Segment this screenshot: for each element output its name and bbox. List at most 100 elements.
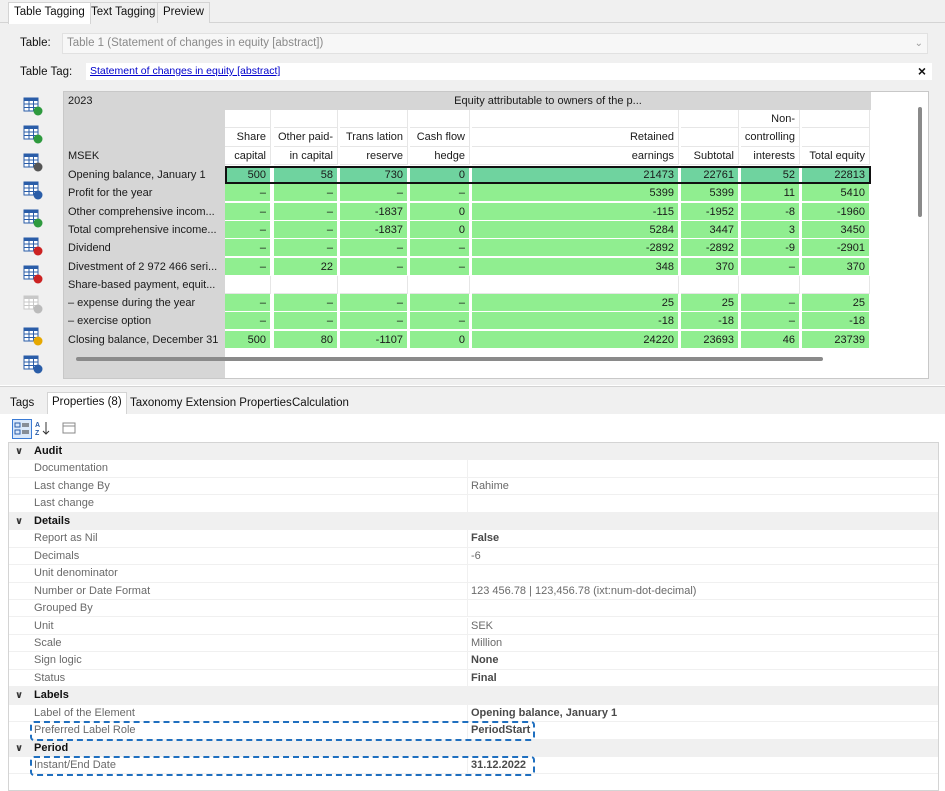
table-cell[interactable] <box>681 275 739 294</box>
property-row[interactable]: Sign logic None <box>9 652 938 670</box>
table-columns-icon[interactable] <box>22 123 44 145</box>
table-cell[interactable]: 25 <box>472 294 679 313</box>
table-cell[interactable]: – <box>410 239 470 258</box>
table-cell[interactable]: 25 <box>802 294 870 313</box>
table-cell[interactable]: – <box>225 184 271 203</box>
table-cell[interactable]: 24220 <box>472 330 679 349</box>
property-row[interactable]: Last change By Rahime <box>9 477 938 496</box>
table-cell[interactable]: – <box>274 294 338 313</box>
tab-calculation[interactable]: Calculation <box>288 394 353 415</box>
table-cell[interactable]: 21473 <box>472 166 679 184</box>
table-disabled-icon[interactable] <box>22 293 44 315</box>
table-cell[interactable]: 348 <box>472 257 679 276</box>
table-add-row-icon[interactable] <box>22 207 44 229</box>
table-cell[interactable]: – <box>741 312 800 331</box>
alphabetical-sort-button[interactable]: A Z <box>34 419 54 439</box>
table-cell[interactable]: 3447 <box>681 220 739 239</box>
table-cell[interactable]: – <box>741 257 800 276</box>
table-cell[interactable]: – <box>741 294 800 313</box>
tab-properties[interactable]: Properties (8) <box>47 392 127 415</box>
table-settings-icon[interactable] <box>22 353 44 375</box>
table-cell[interactable]: – <box>274 312 338 331</box>
table-cell[interactable]: 22813 <box>802 166 870 184</box>
property-value[interactable]: SEK <box>471 618 493 635</box>
property-row[interactable]: Last change <box>9 495 938 513</box>
property-row[interactable]: Report as Nil False <box>9 530 938 548</box>
table-cell[interactable]: 3450 <box>802 220 870 239</box>
property-value[interactable]: Rahime <box>471 478 509 495</box>
table-cell[interactable]: 3 <box>741 220 800 239</box>
property-row[interactable]: Documentation <box>9 460 938 478</box>
table-cell[interactable]: – <box>410 312 470 331</box>
table-cell[interactable]: 58 <box>274 166 338 184</box>
table-cell[interactable]: – <box>340 239 408 258</box>
table-cell[interactable]: -1960 <box>802 202 870 221</box>
table-cell[interactable]: 0 <box>410 330 470 349</box>
table-cell[interactable]: – <box>225 257 271 276</box>
table-cell[interactable]: -2892 <box>681 239 739 258</box>
table-cell[interactable]: – <box>225 312 271 331</box>
property-value[interactable]: None <box>471 652 499 669</box>
row-label[interactable]: Dividend <box>64 239 225 258</box>
table-cell[interactable]: 80 <box>274 330 338 349</box>
property-row[interactable]: Unit SEK <box>9 617 938 635</box>
table-cell[interactable]: – <box>340 294 408 313</box>
table-cell[interactable] <box>741 275 800 294</box>
property-row[interactable]: Scale Million <box>9 634 938 653</box>
table-cell[interactable]: 0 <box>410 220 470 239</box>
row-label[interactable]: – exercise option <box>64 312 225 331</box>
table-cell[interactable]: -1952 <box>681 202 739 221</box>
tab-table-tagging[interactable]: Table Tagging <box>8 2 91 24</box>
table-cell[interactable]: 23693 <box>681 330 739 349</box>
table-cell[interactable]: 730 <box>340 166 408 184</box>
table-cell[interactable]: 5410 <box>802 184 870 203</box>
property-row[interactable]: Grouped By <box>9 600 938 618</box>
property-value[interactable]: Final <box>471 670 497 687</box>
table-cell[interactable]: 500 <box>225 166 271 184</box>
row-label[interactable]: Other comprehensive incom... <box>64 202 225 221</box>
table-cell[interactable]: – <box>225 294 271 313</box>
table-cell[interactable]: -18 <box>681 312 739 331</box>
table-cell[interactable]: – <box>274 220 338 239</box>
table-cell[interactable] <box>802 275 870 294</box>
table-tag-link[interactable]: Statement of changes in equity [abstract… <box>90 65 280 77</box>
table-cell[interactable]: 0 <box>410 166 470 184</box>
vertical-scrollbar[interactable] <box>918 107 922 217</box>
table-cell[interactable]: – <box>225 239 271 258</box>
chevron-down-icon[interactable]: ∨ <box>15 687 23 704</box>
table-cell[interactable]: 52 <box>741 166 800 184</box>
table-add-icon[interactable] <box>22 95 44 117</box>
table-cell[interactable]: 370 <box>802 257 870 276</box>
table-cell[interactable]: -18 <box>472 312 679 331</box>
table-grid-icon[interactable] <box>22 179 44 201</box>
property-pages-button[interactable] <box>60 419 80 439</box>
table-delete-icon[interactable] <box>22 263 44 285</box>
table-cell[interactable]: -1837 <box>340 220 408 239</box>
table-cell[interactable]: -8 <box>741 202 800 221</box>
property-category[interactable]: ∨ Period <box>9 739 938 758</box>
table-cell[interactable]: – <box>274 239 338 258</box>
table-cell[interactable]: – <box>410 184 470 203</box>
table-cell[interactable] <box>225 275 271 294</box>
table-remove-icon[interactable] <box>22 235 44 257</box>
table-cell[interactable]: 500 <box>225 330 271 349</box>
property-row[interactable]: Label of the Element Opening balance, Jan… <box>9 704 938 723</box>
table-cell[interactable]: – <box>225 202 271 221</box>
table-cell[interactable]: – <box>274 202 338 221</box>
property-row[interactable]: Status Final <box>9 669 938 688</box>
table-cell[interactable]: -18 <box>802 312 870 331</box>
table-cell[interactable]: 370 <box>681 257 739 276</box>
property-value[interactable]: 123 456.78 | 123,456.78 (ixt:num-dot-dec… <box>471 583 696 600</box>
table-cell[interactable]: 5399 <box>681 184 739 203</box>
tab-text-tagging[interactable]: Text Tagging <box>85 2 162 23</box>
table-cell[interactable] <box>410 275 470 294</box>
tab-taxonomy-extension[interactable]: Taxonomy Extension Properties <box>126 394 296 415</box>
chevron-down-icon[interactable]: ∨ <box>15 513 23 530</box>
row-label[interactable]: Share-based payment, equit... <box>64 275 225 294</box>
property-value[interactable]: Opening balance, January 1 <box>471 705 617 722</box>
horizontal-scrollbar[interactable] <box>76 357 823 361</box>
categorized-view-button[interactable] <box>12 419 32 439</box>
property-value[interactable]: Million <box>471 635 502 652</box>
property-row[interactable]: Decimals -6 <box>9 547 938 566</box>
table-star-icon[interactable] <box>22 325 44 347</box>
